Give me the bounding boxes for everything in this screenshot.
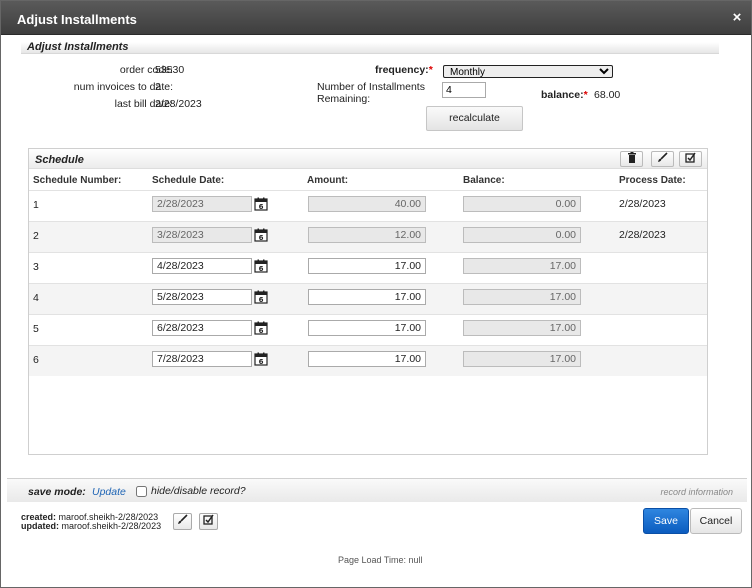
order-code-value: 53530 <box>155 64 185 76</box>
installments-input[interactable] <box>442 82 486 98</box>
window-title: Adjust Installments <box>17 12 137 27</box>
hide-record-checkbox[interactable] <box>136 486 147 497</box>
calendar-icon[interactable]: 6 <box>254 259 268 273</box>
balance-field: 17.00 <box>463 289 581 305</box>
schedule-row: 5 6/28/2023 6 17.00 17.00 <box>29 314 707 345</box>
svg-text:6: 6 <box>259 265 264 273</box>
save-mode-label: save mode: <box>28 486 86 498</box>
amount-input[interactable]: 17.00 <box>308 351 426 367</box>
svg-text:6: 6 <box>259 327 264 335</box>
installments-label: Number of Installments Remaining: <box>317 81 425 105</box>
schedule-row: 6 7/28/2023 6 17.00 17.00 <box>29 345 707 376</box>
col-process-date: Process Date: <box>619 175 686 186</box>
schedule-row: 1 2/28/2023 6 40.00 0.00 2/28/2023 <box>29 190 707 221</box>
balance-label: balance:* <box>541 89 588 101</box>
balance-field: 17.00 <box>463 258 581 274</box>
col-schedule-date: Schedule Date: <box>152 175 225 186</box>
schedule-number: 4 <box>33 292 39 304</box>
page-load-time: Page Load Time: null <box>338 555 423 565</box>
schedule-number: 6 <box>33 354 39 366</box>
schedule-date-input: 3/28/2023 <box>152 227 252 243</box>
calendar-icon[interactable]: 6 <box>254 352 268 366</box>
balance-field: 17.00 <box>463 320 581 336</box>
edit-check-icon[interactable] <box>679 151 702 167</box>
balance-field: 17.00 <box>463 351 581 367</box>
adjust-installments-dialog: Adjust Installments × Adjust Installment… <box>0 0 752 588</box>
section-header: Adjust Installments <box>21 41 719 54</box>
brush-icon[interactable] <box>651 151 674 167</box>
cancel-button[interactable]: Cancel <box>690 508 742 534</box>
updated-info: updated: maroof.sheikh-2/28/2023 <box>21 521 162 531</box>
schedule-date-input[interactable]: 7/28/2023 <box>152 351 252 367</box>
svg-text:6: 6 <box>259 296 264 304</box>
calendar-icon[interactable]: 6 <box>254 290 268 304</box>
recalculate-button[interactable]: recalculate <box>426 106 523 131</box>
frequency-select[interactable]: Monthly <box>443 65 613 78</box>
balance-field: 0.00 <box>463 227 581 243</box>
schedule-date-input: 2/28/2023 <box>152 196 252 212</box>
schedule-row: 3 4/28/2023 6 17.00 17.00 <box>29 252 707 283</box>
schedule-number: 5 <box>33 323 39 335</box>
trash-icon[interactable] <box>620 151 643 167</box>
svg-text:6: 6 <box>259 358 264 366</box>
schedule-number: 2 <box>33 230 39 242</box>
save-mode-bar: save mode: Update hide/disable record? r… <box>7 478 747 502</box>
save-button[interactable]: Save <box>643 508 689 534</box>
amount-input[interactable]: 17.00 <box>308 320 426 336</box>
calendar-icon[interactable]: 6 <box>254 197 268 211</box>
last-bill-date-value: 2/28/2023 <box>155 98 202 110</box>
calendar-icon[interactable]: 6 <box>254 228 268 242</box>
close-icon[interactable]: × <box>729 10 745 26</box>
num-invoices-value: 2 <box>155 81 161 93</box>
frequency-label: frequency:* <box>375 64 433 76</box>
balance-field: 0.00 <box>463 196 581 212</box>
amount-input[interactable]: 17.00 <box>308 289 426 305</box>
schedule-date-input[interactable]: 6/28/2023 <box>152 320 252 336</box>
schedule-number: 3 <box>33 261 39 273</box>
schedule-number: 1 <box>33 199 39 211</box>
schedule-title: Schedule <box>35 154 84 166</box>
amount-input: 40.00 <box>308 196 426 212</box>
svg-text:6: 6 <box>259 234 264 242</box>
schedule-header: Schedule <box>29 149 707 169</box>
schedule-panel: Schedule Schedule Number: Schedule Date:… <box>28 148 708 455</box>
schedule-row: 2 3/28/2023 6 12.00 0.00 2/28/2023 <box>29 221 707 252</box>
title-bar: Adjust Installments × <box>1 1 751 35</box>
hide-record-label: hide/disable record? <box>151 485 246 497</box>
calendar-icon[interactable]: 6 <box>254 321 268 335</box>
schedule-date-input[interactable]: 4/28/2023 <box>152 258 252 274</box>
record-information-link[interactable]: record information <box>660 487 733 497</box>
process-date: 2/28/2023 <box>619 198 666 210</box>
section-title: Adjust Installments <box>27 41 129 53</box>
amount-input: 12.00 <box>308 227 426 243</box>
edit-check-icon[interactable] <box>199 513 218 530</box>
col-amount: Amount: <box>307 175 349 186</box>
process-date: 2/28/2023 <box>619 229 666 241</box>
schedule-row: 4 5/28/2023 6 17.00 17.00 <box>29 283 707 314</box>
svg-text:6: 6 <box>259 203 264 211</box>
save-mode-link[interactable]: Update <box>92 486 126 498</box>
col-balance: Balance: <box>463 175 505 186</box>
amount-input[interactable]: 17.00 <box>308 258 426 274</box>
dialog-body: Adjust Installments order code: 53530 nu… <box>7 35 747 583</box>
col-schedule-number: Schedule Number: <box>33 175 122 186</box>
brush-icon[interactable] <box>173 513 192 530</box>
schedule-date-input[interactable]: 5/28/2023 <box>152 289 252 305</box>
balance-value: 68.00 <box>594 89 621 101</box>
